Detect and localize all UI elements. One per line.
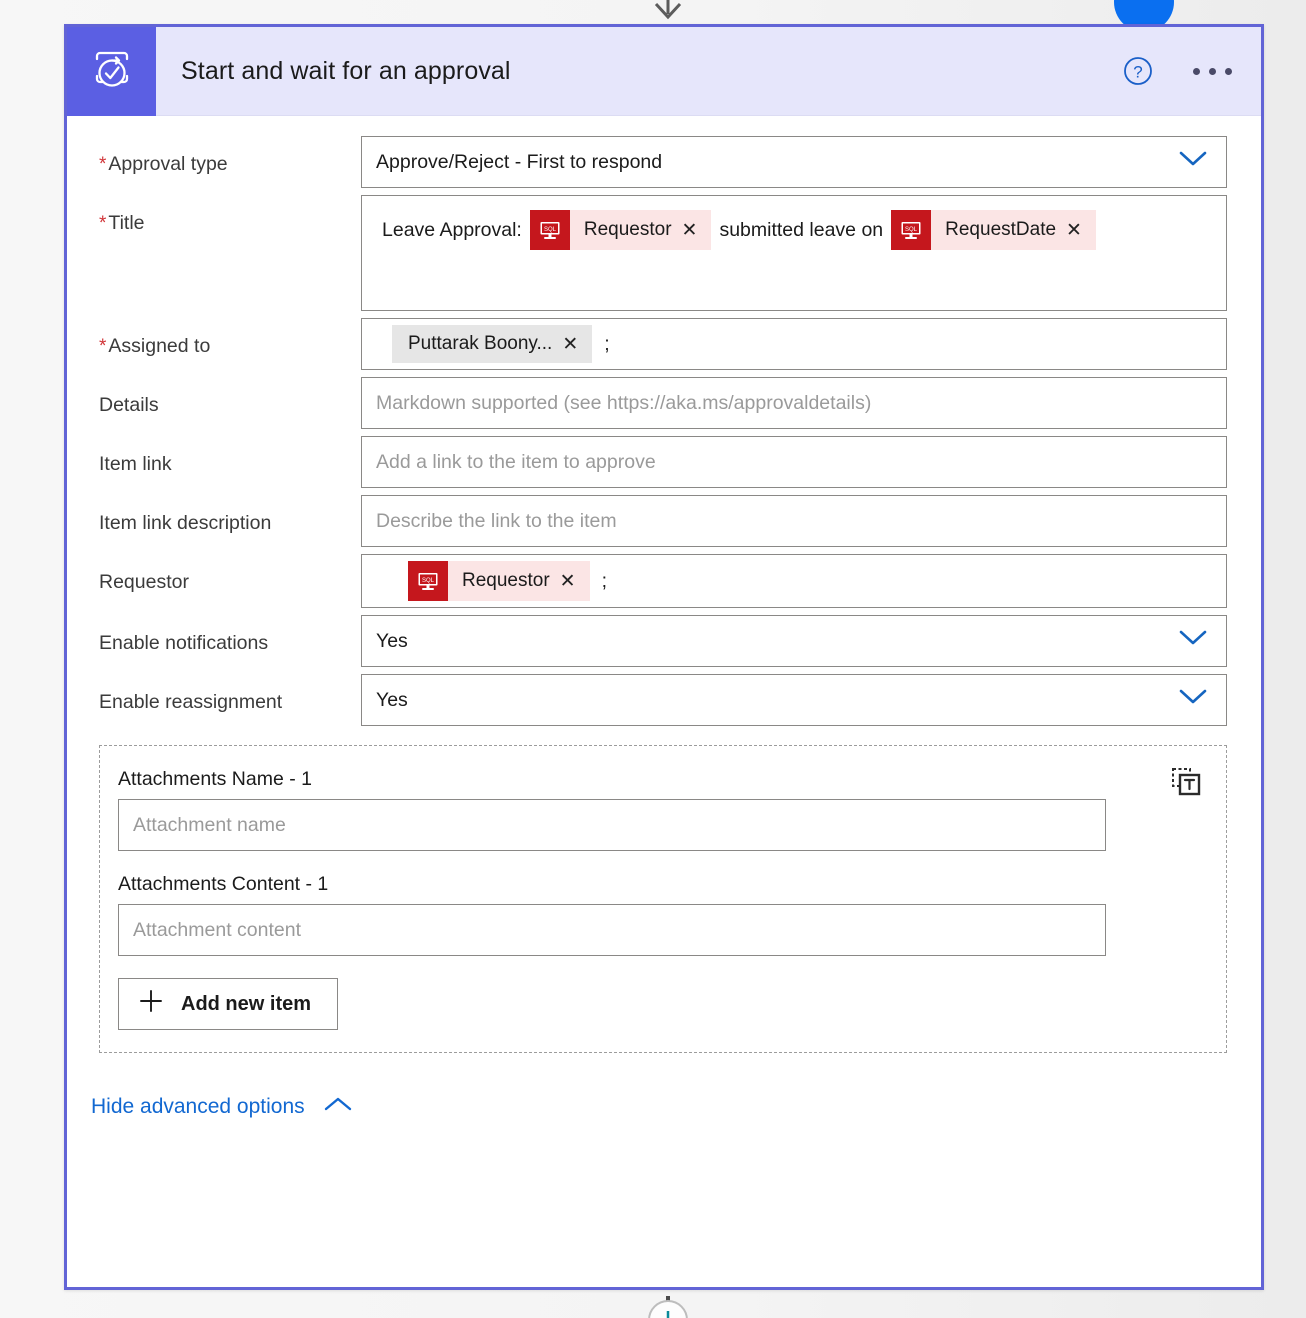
label-item-link-description: Item link description: [99, 512, 272, 534]
approval-type-value: Approve/Reject - First to respond: [376, 150, 663, 173]
flow-designer-canvas: Start and wait for an approval ? * Approv…: [0, 0, 1306, 1318]
field-row-requestor: Requestor SQL Requestor ✕ ;: [67, 554, 1261, 608]
approval-flow-icon: [67, 26, 156, 116]
label-requestor: Requestor: [99, 571, 189, 593]
field-row-item-link: Item link Add a link to the item to appr…: [67, 436, 1261, 488]
chevron-down-icon: [1178, 150, 1208, 174]
help-circle-icon[interactable]: ?: [1121, 54, 1155, 88]
item-link-description-placeholder: Describe the link to the item: [376, 509, 617, 532]
svg-text:SQL: SQL: [905, 227, 918, 233]
label-assigned-to: * Assigned to: [99, 335, 211, 357]
label-details: Details: [99, 394, 159, 416]
field-row-enable-notifications: Enable notifications Yes: [67, 615, 1261, 667]
label-enable-notifications: Enable notifications: [99, 632, 269, 654]
enable-reassignment-value: Yes: [376, 688, 408, 711]
requestor-input[interactable]: SQL Requestor ✕ ;: [361, 554, 1227, 608]
hide-advanced-options-label: Hide advanced options: [91, 1095, 305, 1118]
title-input[interactable]: Leave Approval: SQL Requestor ✕ submitte…: [361, 195, 1227, 311]
add-new-item-button[interactable]: Add new item: [118, 978, 339, 1030]
enable-notifications-dropdown[interactable]: Yes: [361, 615, 1227, 667]
close-icon[interactable]: ✕: [558, 572, 590, 591]
details-placeholder: Markdown supported (see https://aka.ms/a…: [376, 391, 872, 414]
field-row-approval-type: * Approval type Approve/Reject - First to…: [67, 136, 1261, 188]
token-label: RequestDate: [945, 219, 1057, 240]
required-indicator: *: [99, 336, 107, 357]
token-requestor[interactable]: SQL Requestor ✕: [529, 210, 712, 250]
card-header[interactable]: Start and wait for an approval ?: [67, 26, 1261, 116]
title-static-text-middle: submitted leave on: [719, 219, 884, 241]
item-link-placeholder: Add a link to the item to approve: [376, 450, 656, 473]
chevron-down-icon: [1178, 688, 1208, 712]
svg-text:SQL: SQL: [422, 578, 435, 584]
plus-icon: [137, 987, 165, 1021]
required-indicator: *: [99, 213, 107, 234]
sql-token-icon: SQL: [891, 210, 932, 250]
close-icon[interactable]: ✕: [1064, 221, 1096, 240]
card-body: * Approval type Approve/Reject - First to…: [67, 116, 1261, 1119]
add-new-item-label: Add new item: [181, 992, 312, 1015]
required-indicator: *: [99, 154, 107, 175]
label-attachments-name: Attachments Name - 1: [118, 768, 312, 790]
switch-to-text-mode-icon[interactable]: [1170, 766, 1204, 800]
enable-notifications-value: Yes: [376, 629, 408, 652]
field-row-enable-reassignment: Enable reassignment Yes: [67, 674, 1261, 726]
label-enable-reassignment: Enable reassignment: [99, 691, 283, 713]
page-title: Start and wait for an approval: [181, 56, 511, 85]
action-card-start-and-wait-for-an-approval: Start and wait for an approval ? * Approv…: [64, 24, 1264, 1290]
enable-reassignment-dropdown[interactable]: Yes: [361, 674, 1227, 726]
label-approval-type: * Approval type: [99, 153, 228, 175]
requestor-separator: ;: [601, 569, 608, 592]
assigned-to-separator: ;: [604, 332, 610, 355]
attachments-content-input[interactable]: Attachment content: [118, 904, 1106, 956]
attachments-name-placeholder: Attachment name: [133, 813, 286, 836]
token-requestdate[interactable]: SQL RequestDate ✕: [891, 210, 1096, 250]
token-assigned-person[interactable]: Puttarak Boony... ✕: [392, 325, 593, 363]
details-input[interactable]: Markdown supported (see https://aka.ms/a…: [361, 377, 1227, 429]
item-link-description-input[interactable]: Describe the link to the item: [361, 495, 1227, 547]
chevron-down-icon: [1178, 629, 1208, 653]
sql-token-icon: SQL: [408, 561, 448, 601]
assigned-to-input[interactable]: Puttarak Boony... ✕ ;: [361, 318, 1227, 370]
arrow-down-icon: [648, 0, 688, 20]
sql-token-icon: SQL: [529, 210, 570, 250]
approval-type-dropdown[interactable]: Approve/Reject - First to respond: [361, 136, 1227, 188]
close-icon[interactable]: ✕: [680, 221, 712, 240]
attachments-name-input[interactable]: Attachment name: [118, 799, 1106, 851]
chevron-up-icon: [322, 1095, 354, 1119]
field-row-title: * Title Leave Approval: SQL Requestor ✕ …: [67, 195, 1261, 311]
hide-advanced-options-toggle[interactable]: Hide advanced options: [91, 1095, 354, 1119]
token-label: Puttarak Boony...: [408, 333, 553, 354]
label-attachments-content: Attachments Content - 1: [118, 873, 329, 895]
close-icon[interactable]: ✕: [560, 335, 592, 354]
item-link-input[interactable]: Add a link to the item to approve: [361, 436, 1227, 488]
more-horizontal-icon[interactable]: [1185, 67, 1239, 75]
attachments-group: Attachments Name - 1 Attachment name Att…: [99, 745, 1227, 1053]
label-title: * Title: [99, 212, 145, 234]
attachments-content-placeholder: Attachment content: [133, 918, 302, 941]
field-row-details: Details Markdown supported (see https://…: [67, 377, 1261, 429]
label-item-link: Item link: [99, 453, 172, 475]
token-label: Requestor: [462, 570, 550, 591]
svg-text:?: ?: [1133, 63, 1142, 82]
token-requestor[interactable]: SQL Requestor ✕: [408, 561, 590, 601]
field-row-assigned-to: * Assigned to Puttarak Boony... ✕ ;: [67, 318, 1261, 370]
svg-text:SQL: SQL: [544, 227, 557, 233]
token-label: Requestor: [583, 219, 672, 240]
add-step-circle-icon[interactable]: [646, 1288, 690, 1318]
field-row-item-link-description: Item link description Describe the link …: [67, 495, 1261, 547]
title-static-text-before: Leave Approval:: [382, 219, 522, 241]
